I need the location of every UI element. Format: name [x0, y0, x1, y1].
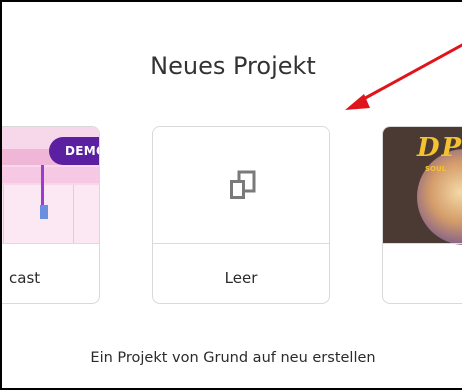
podcast-thumbnail: DEMO — [2, 127, 99, 243]
template-label-podcast: cast — [9, 269, 41, 287]
dialog-title: Neues Projekt — [150, 52, 316, 80]
kpop-thumbnail: DP SOUL — [383, 127, 462, 245]
template-card-kpop[interactable]: DP SOUL K- — [382, 126, 462, 304]
template-card-podcast[interactable]: DEMO cast — [2, 126, 100, 304]
album-art — [417, 149, 462, 245]
template-label-kpop: K- — [383, 269, 462, 287]
album-logo-sub: SOUL — [425, 165, 447, 173]
template-card-blank[interactable]: Leer — [152, 126, 330, 304]
demo-badge: DEMO — [49, 137, 99, 165]
dialog-subtitle: Ein Projekt von Grund auf neu erstellen — [90, 350, 376, 366]
blank-thumbnail — [153, 127, 329, 243]
copy-icon — [230, 170, 256, 199]
new-project-dialog: Neues Projekt DEMO cast Leer — [0, 0, 462, 390]
album-logo: DP — [417, 133, 462, 163]
template-label-blank: Leer — [224, 269, 258, 287]
